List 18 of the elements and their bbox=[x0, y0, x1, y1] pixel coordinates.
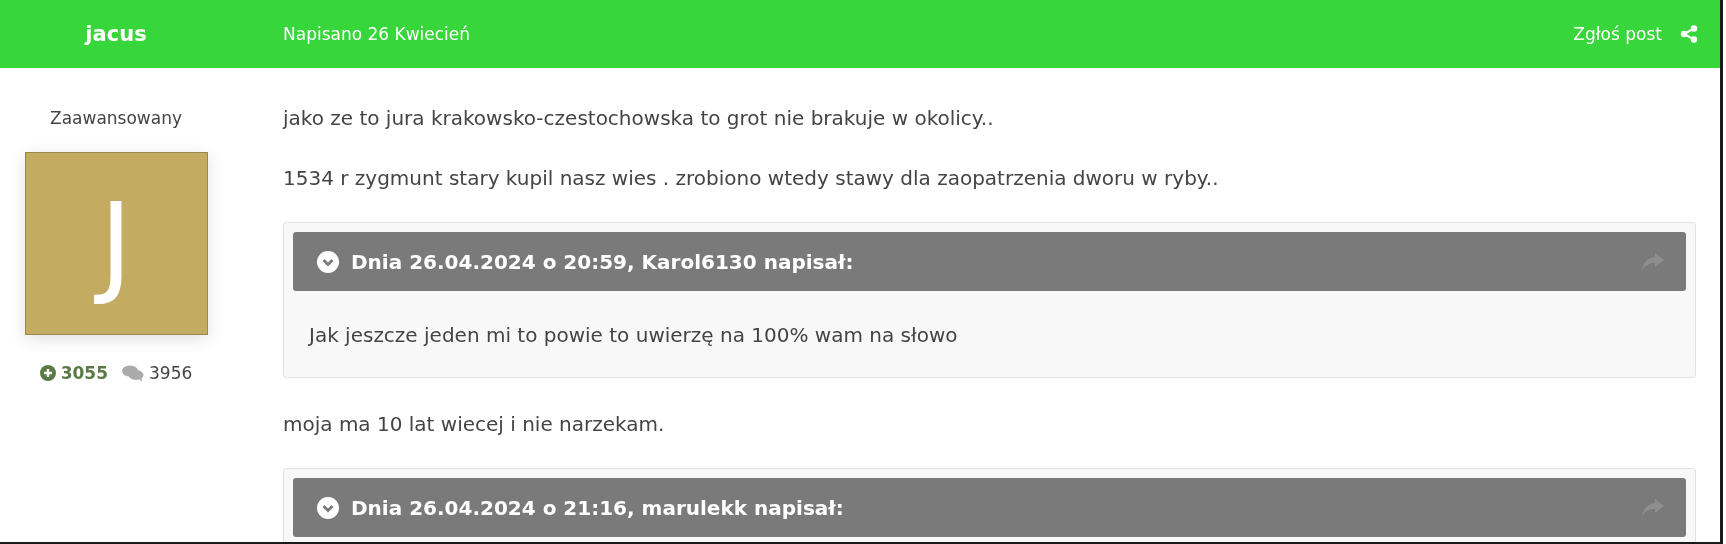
post-count: 3956 bbox=[149, 363, 193, 383]
chevron-down-icon[interactable] bbox=[317, 496, 339, 519]
quote-citation: Dnia 26.04.2024 o 21:16, marulekk napisał: bbox=[351, 495, 845, 520]
plus-icon bbox=[39, 365, 56, 381]
user-rank: Zaawansowany bbox=[50, 108, 182, 128]
avatar: J bbox=[24, 152, 208, 335]
chevron-down-icon[interactable] bbox=[317, 250, 339, 273]
reputation-count: 3055 bbox=[60, 363, 109, 383]
share-icon[interactable] bbox=[1680, 25, 1698, 43]
quote-citation: Dnia 26.04.2024 o 20:59, Karol6130 napisał: bbox=[351, 249, 855, 274]
author-name: jacus bbox=[83, 22, 148, 46]
report-link[interactable]: Zgłoś post bbox=[1573, 24, 1662, 44]
post-paragraph: moja ma 10 lat wiecej i nie narzekam. bbox=[283, 411, 666, 438]
post-paragraph: 1534 r zygmunt stary kupil nasz wies . zrobiono wtedy stawy dla zaopatrzenia dworu w ryby.. bbox=[283, 165, 1220, 192]
post-date: Napisano 26 Kwiecień bbox=[283, 24, 472, 44]
comments-icon bbox=[122, 364, 145, 382]
quote-text: Jak jeszcze jeden mi to powie to uwierzę na 100% wam na słowo bbox=[307, 322, 959, 349]
post-paragraph: jako ze to jura krakowsko-czestochowska to grot nie brakuje w okolicy.. bbox=[283, 105, 995, 132]
